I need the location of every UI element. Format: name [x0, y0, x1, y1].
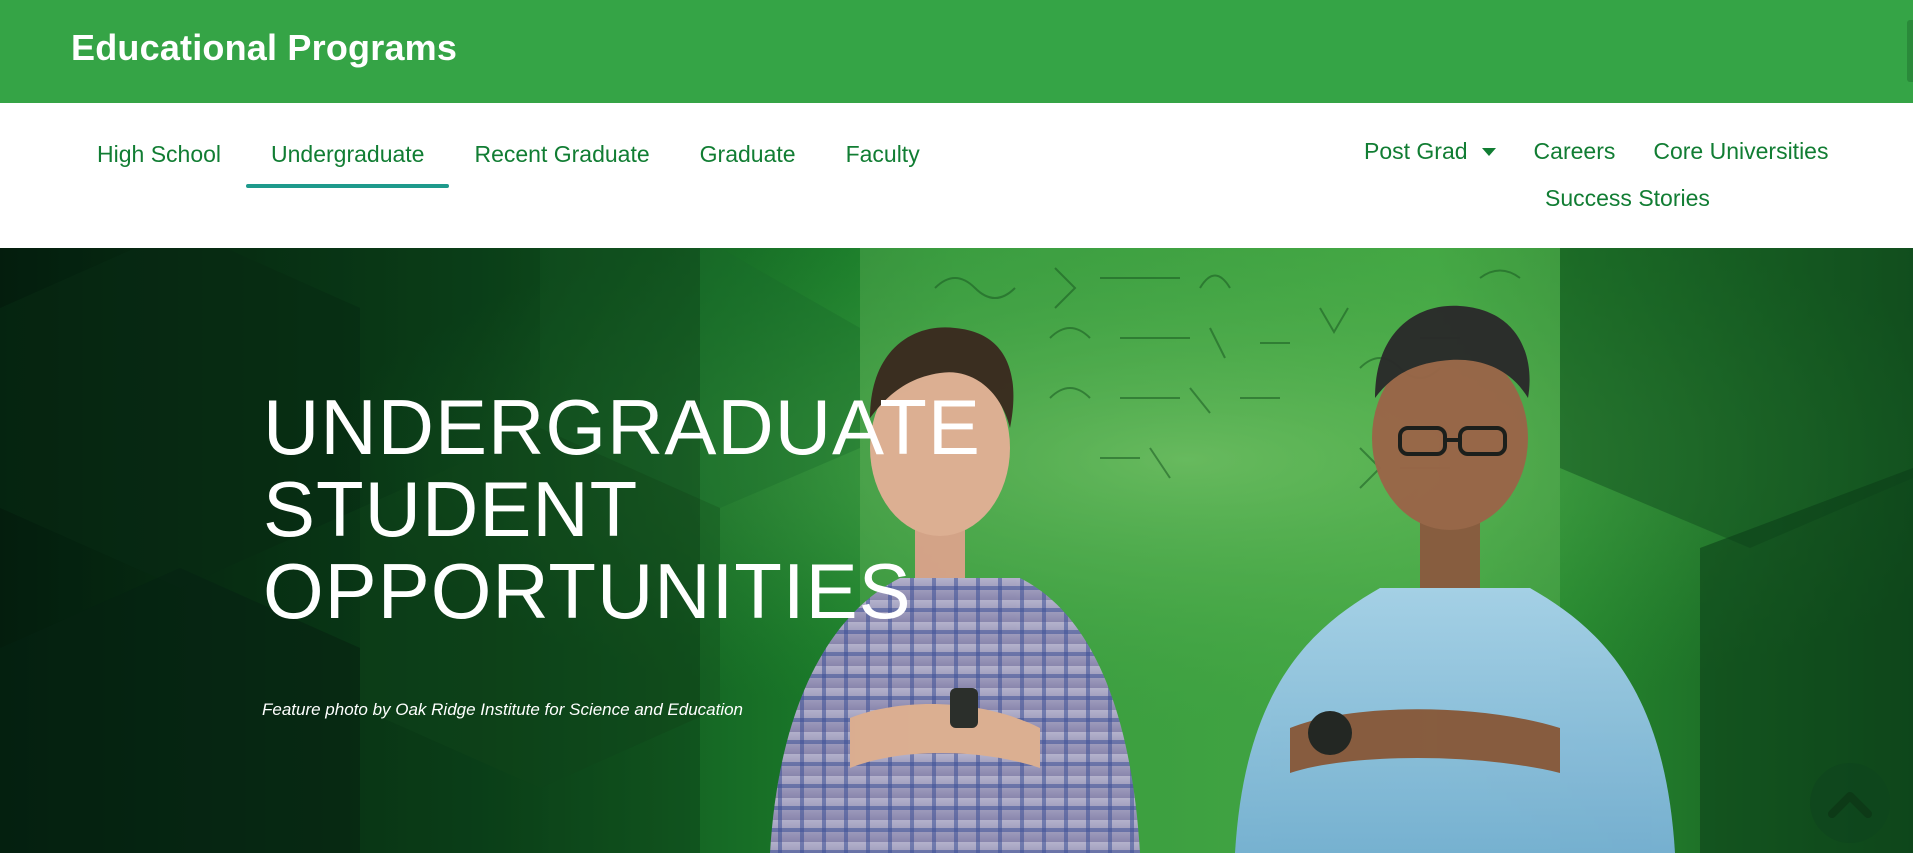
hero-title-line: UNDERGRADUATE: [263, 383, 981, 471]
chevron-up-icon: [1828, 792, 1872, 818]
hero-title: UNDERGRADUATE STUDENT OPPORTUNITIES: [263, 386, 981, 632]
program-nav: High School Undergraduate Recent Graduat…: [0, 103, 1913, 248]
tab-graduate[interactable]: Graduate: [675, 138, 821, 188]
caret-down-icon: [1481, 148, 1496, 156]
hero-banner: UNDERGRADUATE STUDENT OPPORTUNITIES Feat…: [0, 248, 1913, 853]
secondary-nav-row: Post Grad Careers Core Universities: [1345, 134, 1828, 168]
site-title-link[interactable]: Educational Programs: [71, 27, 457, 69]
hero-title-line: STUDENT: [263, 465, 639, 553]
secondary-nav-row: Success Stories: [1345, 181, 1825, 215]
post-grad-dropdown[interactable]: Post Grad: [1345, 135, 1515, 167]
back-to-top-button[interactable]: [1810, 763, 1890, 843]
core-universities-link[interactable]: Core Universities: [1634, 135, 1847, 167]
success-stories-link[interactable]: Success Stories: [1526, 182, 1729, 214]
tab-faculty[interactable]: Faculty: [821, 138, 945, 188]
tab-recent-graduate[interactable]: Recent Graduate: [449, 138, 674, 188]
post-grad-label: Post Grad: [1364, 138, 1468, 164]
photo-credit: Feature photo by Oak Ridge Institute for…: [262, 700, 744, 719]
tab-high-school[interactable]: High School: [72, 138, 246, 188]
careers-link[interactable]: Careers: [1515, 135, 1635, 167]
tab-undergraduate[interactable]: Undergraduate: [246, 138, 450, 188]
secondary-nav: Post Grad Careers Core Universities Succ…: [1345, 134, 1828, 215]
scrollbar-thumb[interactable]: [1907, 20, 1913, 82]
site-header: Educational Programs: [0, 0, 1913, 103]
hero-title-line: OPPORTUNITIES: [263, 547, 912, 635]
program-tabs: High School Undergraduate Recent Graduat…: [72, 138, 945, 188]
